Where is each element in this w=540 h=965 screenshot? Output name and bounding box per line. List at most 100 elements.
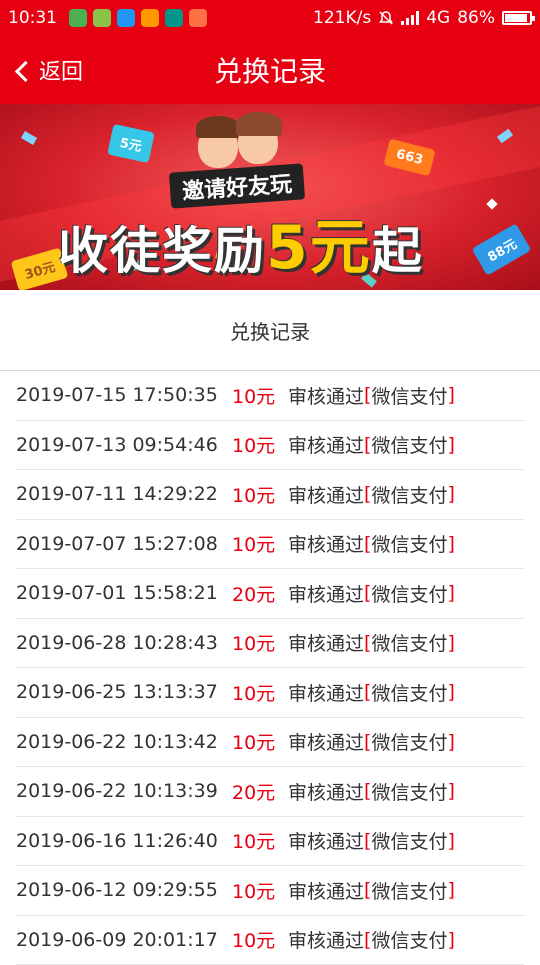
colorful-app-icon xyxy=(141,9,159,27)
record-amount: 20元 xyxy=(232,778,288,805)
record-amount: 10元 xyxy=(232,530,288,557)
scan-app-icon xyxy=(165,9,183,27)
record-row: 2019-07-01 15:58:2120元审核通过[微信支付] xyxy=(16,569,524,619)
record-status: 审核通过 xyxy=(288,778,364,805)
record-status: 审核通过 xyxy=(288,382,364,409)
record-method: 微信支付 xyxy=(371,877,447,904)
bracket-open: [ xyxy=(364,384,371,406)
record-method: 微信支付 xyxy=(371,431,447,458)
record-row: 2019-07-07 15:27:08 10元审核通过[微信支付] xyxy=(16,520,524,570)
bracket-close: ] xyxy=(447,879,454,901)
record-status: 审核通过 xyxy=(288,926,364,953)
bracket-close: ] xyxy=(447,681,454,703)
status-right: 121K/s 4G 86% xyxy=(313,8,532,28)
record-amount: 10元 xyxy=(232,481,288,508)
record-amount: 10元 xyxy=(232,827,288,854)
bracket-open: [ xyxy=(364,731,371,753)
banner-main-suffix: 起 xyxy=(372,222,424,280)
mute-bell-icon xyxy=(378,10,394,26)
record-date: 2019-07-01 15:58:21 xyxy=(16,582,224,604)
promo-banner[interactable]: 5元 663 30元 88元 邀请好友玩 收徒奖励5元起 xyxy=(0,104,540,290)
bracket-close: ] xyxy=(447,434,454,456)
bracket-open: [ xyxy=(364,533,371,555)
red-app-icon xyxy=(189,9,207,27)
record-amount: 10元 xyxy=(232,431,288,458)
record-amount: 10元 xyxy=(232,926,288,953)
record-amount: 20元 xyxy=(232,580,288,607)
record-method: 微信支付 xyxy=(371,827,447,854)
bracket-open: [ xyxy=(364,483,371,505)
record-status: 审核通过 xyxy=(288,580,364,607)
record-amount: 10元 xyxy=(232,629,288,656)
exchange-records-list: 2019-07-15 17:50:3510元审核通过[微信支付]2019-07-… xyxy=(0,371,540,965)
record-method: 微信支付 xyxy=(371,728,447,755)
record-row: 2019-06-22 10:13:3920元审核通过[微信支付] xyxy=(16,767,524,817)
banner-tag-5: 5元 xyxy=(107,124,155,163)
bracket-close: ] xyxy=(447,830,454,852)
bracket-open: [ xyxy=(364,879,371,901)
bracket-open: [ xyxy=(364,929,371,951)
record-status: 审核通过 xyxy=(288,481,364,508)
record-date: 2019-06-09 20:01:17 xyxy=(16,929,224,951)
bracket-close: ] xyxy=(447,582,454,604)
record-method: 微信支付 xyxy=(371,778,447,805)
record-row: 2019-07-11 14:29:2210元审核通过[微信支付] xyxy=(16,470,524,520)
record-date: 2019-07-11 14:29:22 xyxy=(16,483,224,505)
refresh-app-icon xyxy=(93,9,111,27)
bracket-open: [ xyxy=(364,632,371,654)
record-method: 微信支付 xyxy=(371,580,447,607)
record-method: 微信支付 xyxy=(371,382,447,409)
bracket-close: ] xyxy=(447,483,454,505)
battery-icon xyxy=(502,11,532,25)
record-status: 审核通过 xyxy=(288,530,364,557)
bracket-close: ] xyxy=(447,780,454,802)
record-date: 2019-06-22 10:13:39 xyxy=(16,780,224,802)
banner-tag-88: 88元 xyxy=(472,223,532,275)
bracket-close: ] xyxy=(447,384,454,406)
bracket-open: [ xyxy=(364,830,371,852)
record-method: 微信支付 xyxy=(371,530,447,557)
bracket-close: ] xyxy=(447,929,454,951)
status-time: 10:31 xyxy=(8,8,57,28)
battery-percent: 86% xyxy=(457,8,495,28)
record-amount: 10元 xyxy=(232,728,288,755)
bracket-close: ] xyxy=(447,731,454,753)
bracket-close: ] xyxy=(447,533,454,555)
record-date: 2019-06-25 13:13:37 xyxy=(16,681,224,703)
status-left: 10:31 xyxy=(8,8,207,28)
banner-main-amount: 5元 xyxy=(266,213,372,283)
record-status: 审核通过 xyxy=(288,728,364,755)
record-date: 2019-06-28 10:28:43 xyxy=(16,632,224,654)
record-row: 2019-06-12 09:29:55 10元审核通过[微信支付] xyxy=(16,866,524,916)
record-status: 审核通过 xyxy=(288,629,364,656)
record-amount: 10元 xyxy=(232,877,288,904)
record-status: 审核通过 xyxy=(288,431,364,458)
record-date: 2019-07-07 15:27:08 xyxy=(16,533,224,555)
confetti-decoration xyxy=(486,198,497,209)
record-date: 2019-06-12 09:29:55 xyxy=(16,879,224,901)
record-row: 2019-07-13 09:54:46 10元审核通过[微信支付] xyxy=(16,421,524,471)
banner-main-text: 收徒奖励 xyxy=(58,222,266,280)
record-method: 微信支付 xyxy=(371,926,447,953)
back-label: 返回 xyxy=(39,54,83,86)
section-title: 兑换记录 xyxy=(0,290,540,371)
record-date: 2019-07-13 09:54:46 xyxy=(16,434,224,456)
bracket-open: [ xyxy=(364,434,371,456)
record-amount: 10元 xyxy=(232,679,288,706)
record-date: 2019-06-22 10:13:42 xyxy=(16,731,224,753)
photos-app-icon xyxy=(117,9,135,27)
record-row: 2019-06-25 13:13:3710元审核通过[微信支付] xyxy=(16,668,524,718)
banner-headline: 收徒奖励5元起 xyxy=(58,199,424,286)
status-bar: 10:31 121K/s 4G 86% xyxy=(0,0,540,36)
network-speed: 121K/s xyxy=(313,8,371,28)
record-row: 2019-06-28 10:28:4310元审核通过[微信支付] xyxy=(16,619,524,669)
record-date: 2019-06-16 11:26:40 xyxy=(16,830,224,852)
nav-bar: 返回 兑换记录 xyxy=(0,36,540,104)
record-status: 审核通过 xyxy=(288,679,364,706)
record-amount: 10元 xyxy=(232,382,288,409)
signal-icon xyxy=(401,11,419,25)
network-type: 4G xyxy=(426,8,450,28)
record-status: 审核通过 xyxy=(288,877,364,904)
back-button[interactable]: 返回 xyxy=(0,54,83,86)
record-date: 2019-07-15 17:50:35 xyxy=(16,384,224,406)
